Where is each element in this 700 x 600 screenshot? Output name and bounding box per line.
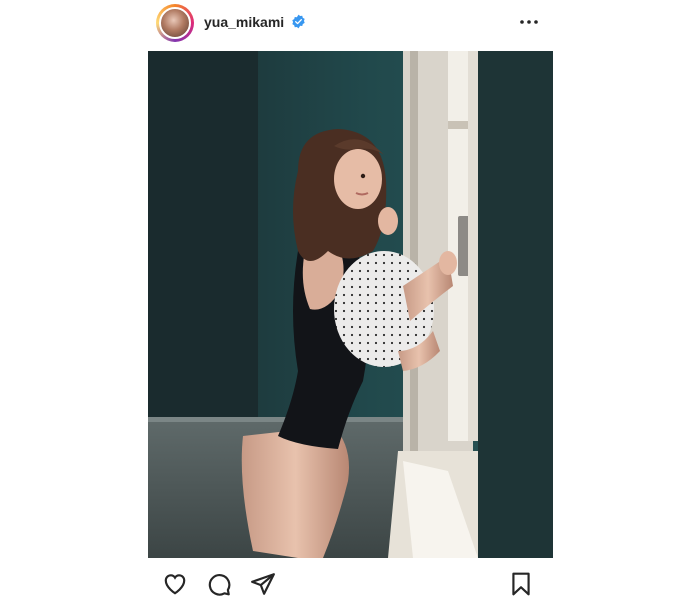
more-dots-icon[interactable] bbox=[517, 10, 541, 34]
username[interactable]: yua_mikami bbox=[204, 14, 284, 30]
paper-plane-icon[interactable] bbox=[250, 571, 276, 597]
post-actions bbox=[148, 563, 553, 600]
story-ring[interactable] bbox=[156, 4, 194, 42]
heart-icon[interactable] bbox=[162, 571, 188, 597]
bookmark-icon[interactable] bbox=[508, 571, 534, 597]
avatar[interactable] bbox=[159, 7, 191, 39]
verified-badge-icon bbox=[292, 14, 305, 29]
post-header: yua_mikami bbox=[148, 0, 553, 48]
instagram-post: yua_mikami bbox=[148, 0, 553, 600]
post-photo[interactable] bbox=[148, 51, 553, 558]
comment-icon[interactable] bbox=[206, 571, 232, 597]
photo-illustration bbox=[148, 51, 553, 558]
